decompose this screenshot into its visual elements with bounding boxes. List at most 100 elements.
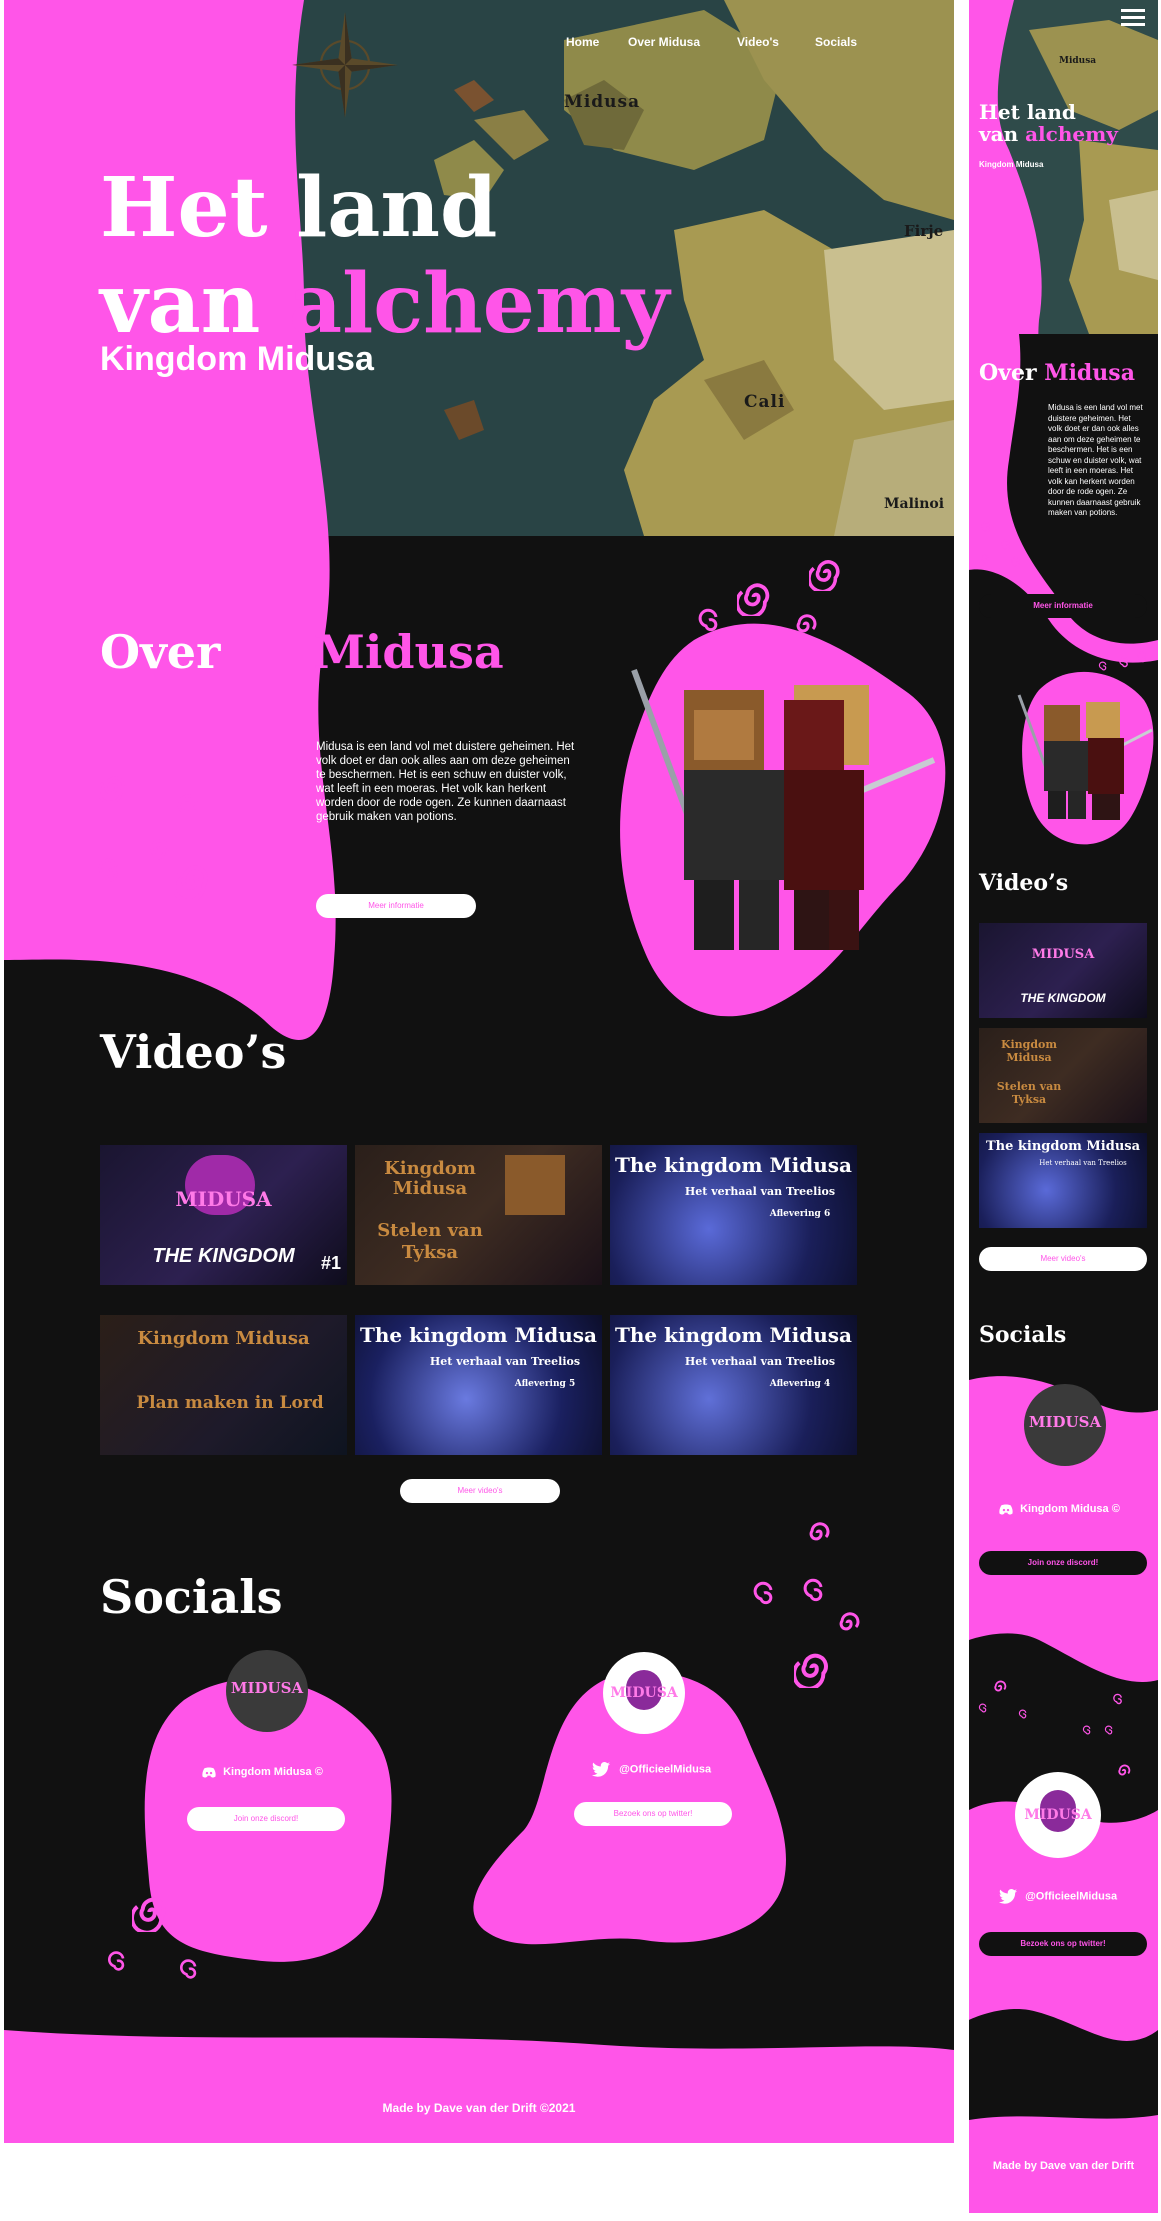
hero-subtitle: Kingdom Midusa — [100, 340, 374, 378]
mobile-mockup: Midusa Het land van alchemy Kingdom Midu… — [969, 0, 1158, 2213]
hero-title-alchemy: alchemy — [288, 256, 670, 352]
spiral-icon — [803, 1578, 823, 1602]
video-thumbnail[interactable]: The kingdom Midusa Het verhaal van Treel… — [610, 1315, 857, 1455]
video-thumbnail[interactable]: MIDUSA THE KINGDOM #1 — [100, 1145, 347, 1285]
socials-heading: Socials — [100, 1570, 283, 1624]
spiral-icon — [753, 1581, 773, 1605]
spiral-icon — [150, 839, 170, 860]
mobile-about-heading: Over Midusa — [979, 360, 1135, 386]
visit-twitter-button[interactable]: Bezoek ons op twitter! — [574, 1802, 732, 1826]
video-thumbnail-subtitle: THE KINGDOM — [152, 1245, 295, 1267]
video-thumbnail-title: Kingdom Midusa — [384, 1158, 476, 1199]
desktop-mockup: Midusa Cali Firje Malinoi Home Over Midu… — [4, 0, 954, 2143]
spiral-icon — [698, 608, 718, 632]
video-thumbnail[interactable]: The kingdom Midusa Het verhaal van Treel… — [610, 1145, 857, 1285]
twitter-label: @OfficieelMidusa — [592, 1762, 732, 1777]
spiral-icon — [108, 1951, 125, 1971]
mobile-join-discord-button[interactable]: Join onze discord! — [979, 1551, 1147, 1575]
minecraft-character-image — [631, 668, 936, 950]
nav-home-link[interactable]: Home — [566, 35, 599, 49]
map-label-midusa: Midusa — [1059, 56, 1097, 66]
video-thumbnail-subtitle: Stelen van Tyksa — [377, 1220, 483, 1263]
twitter-avatar: MIDUSA — [603, 1652, 685, 1734]
mobile-videos-heading: Video’s — [979, 870, 1069, 896]
discord-icon — [202, 1767, 216, 1778]
more-videos-button[interactable]: Meer video's — [400, 1479, 560, 1503]
spiral-icon — [180, 1959, 197, 1979]
spiral-icon — [978, 1703, 987, 1713]
mobile-hero-subtitle: Kingdom Midusa — [979, 160, 1044, 169]
video-thumbnail-title: Kingdom Midusa — [1000, 1038, 1058, 1064]
video-thumbnail-title: The kingdom Midusa — [985, 1139, 1141, 1154]
mobile-hero-van: van — [979, 122, 1019, 146]
spiral-icon — [1104, 1725, 1113, 1735]
discord-icon — [999, 1504, 1013, 1515]
mobile-about-heading-midusa: Midusa — [1044, 360, 1135, 386]
about-more-info-button[interactable]: Meer informatie — [316, 894, 476, 918]
video-thumbnail-subtitle: Het verhaal van Treelios — [429, 1355, 581, 1368]
mobile-hero-title: Het land van alchemy — [979, 101, 1118, 145]
mobile-visit-twitter-button[interactable]: Bezoek ons op twitter! — [979, 1932, 1147, 1956]
mobile-hero-title-line1: Het land — [979, 100, 1076, 124]
video-thumbnail-title: MIDUSA — [1031, 947, 1095, 962]
twitter-avatar-logo: MIDUSA — [610, 1685, 678, 1701]
discord-avatar: MIDUSA — [226, 1650, 308, 1732]
join-discord-button[interactable]: Join onze discord! — [187, 1807, 345, 1831]
about-heading-over: Over — [100, 625, 221, 679]
mobile-discord-label-text: Kingdom Midusa © — [1020, 1503, 1120, 1515]
discord-avatar: MIDUSA — [1024, 1384, 1106, 1466]
spiral-icon — [1098, 661, 1107, 671]
spiral-icon — [1011, 556, 1020, 568]
mobile-more-videos-button[interactable]: Meer video's — [979, 1247, 1147, 1271]
video-thumbnail-subtitle: Plan maken in Lord — [136, 1393, 324, 1413]
spiral-icon — [796, 614, 817, 633]
video-thumbnail-badge: Aflevering 5 — [514, 1379, 576, 1389]
compass-icon — [292, 12, 398, 118]
video-thumbnail[interactable]: Kingdom Midusa Plan maken in Lord — [100, 1315, 347, 1455]
videos-heading: Video’s — [100, 1025, 287, 1079]
nav-over-midusa-link[interactable]: Over Midusa — [628, 35, 700, 49]
nav-videos-link[interactable]: Video's — [737, 35, 779, 49]
twitter-avatar: MIDUSA — [1015, 1772, 1101, 1858]
spiral-icon — [1113, 1693, 1122, 1705]
discord-avatar-logo: MIDUSA — [1028, 1413, 1102, 1431]
twitter-icon — [999, 1889, 1017, 1904]
video-thumbnail[interactable]: MIDUSA THE KINGDOM — [979, 923, 1147, 1018]
mobile-socials-heading: Socials — [979, 1322, 1067, 1348]
spiral-icon — [98, 858, 118, 882]
video-thumbnail[interactable]: Kingdom Midusa Stelen van Tyksa — [979, 1028, 1147, 1123]
mobile-about-body: Midusa is een land vol met duistere gehe… — [1048, 403, 1143, 517]
discord-label-text: Kingdom Midusa © — [223, 1766, 323, 1778]
spiral-icon — [99, 776, 125, 802]
spiral-icon — [839, 1612, 860, 1631]
spiral-icon — [1118, 1764, 1131, 1776]
nav-socials-link[interactable]: Socials — [815, 35, 857, 49]
minecraft-character-image — [1017, 694, 1153, 820]
spiral-icon — [980, 554, 989, 564]
video-thumbnail-badge: #1 — [320, 1253, 341, 1273]
spiral-icon — [1082, 1725, 1091, 1735]
spiral-icon — [737, 583, 770, 616]
about-heading-midusa: Midusa — [314, 625, 504, 679]
footer-text: Made by Dave van der Drift ©2021 — [382, 2101, 576, 2115]
about-body-text: Midusa is een land vol met duistere gehe… — [316, 741, 575, 823]
hero-title-line1: Het land — [100, 160, 498, 256]
mobile-more-info-button[interactable]: Meer informatie — [979, 594, 1147, 618]
video-thumbnail-title: MIDUSA — [175, 1187, 272, 1211]
spiral-icon — [994, 1680, 1007, 1692]
video-thumbnail-badge: Aflevering 4 — [769, 1379, 831, 1389]
video-thumbnail[interactable]: The kingdom Midusa Het verhaal van Treel… — [979, 1133, 1147, 1228]
spiral-icon — [174, 865, 208, 900]
video-thumbnail-title: The kingdom Midusa — [359, 1323, 598, 1347]
spiral-icon — [132, 1897, 166, 1932]
discord-label: Kingdom Midusa © — [202, 1766, 342, 1778]
video-thumbnail-subtitle: Het verhaal van Treelios — [684, 1185, 836, 1198]
mobile-about-heading-over: Over — [979, 360, 1037, 386]
hamburger-menu-icon[interactable] — [1121, 9, 1145, 27]
video-thumbnail[interactable]: The kingdom Midusa Het verhaal van Treel… — [355, 1315, 602, 1455]
spiral-icon — [177, 794, 198, 813]
video-thumbnail[interactable]: Kingdom Midusa Stelen van Tyksa — [355, 1145, 602, 1285]
video-thumbnail-subtitle: THE KINGDOM — [1020, 991, 1106, 1005]
video-thumbnail-subtitle: Stelen van Tyksa — [996, 1080, 1062, 1106]
hero-title: Het land van alchemy — [100, 160, 700, 352]
